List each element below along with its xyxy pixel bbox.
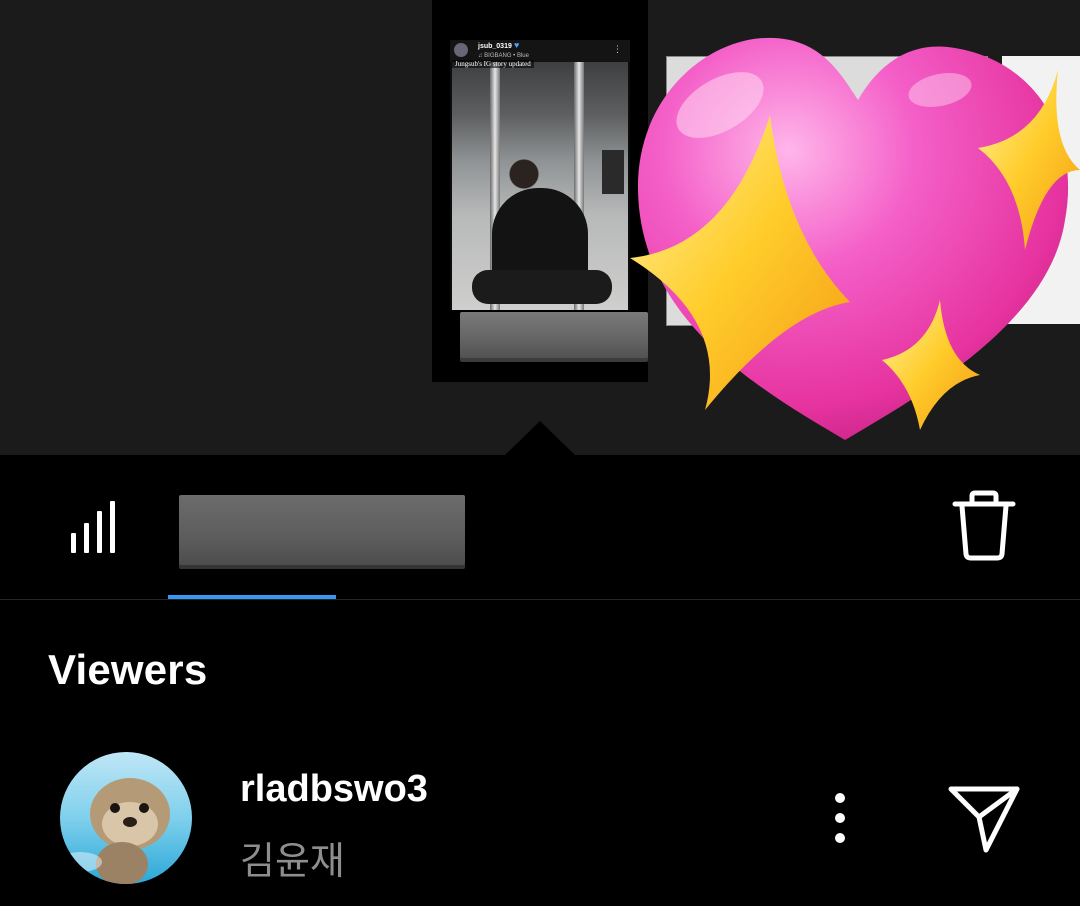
redaction-sticker bbox=[179, 495, 465, 569]
viewer-row[interactable]: rladbswo3 김윤재 bbox=[0, 740, 1080, 906]
blue-heart-icon: ♥ bbox=[514, 40, 520, 50]
viewer-username[interactable]: rladbswo3 bbox=[240, 768, 428, 811]
story-strip: jsub_0319 ♥ ♫ BIGBANG • Blue ⋮ Jungsub's… bbox=[0, 0, 1080, 455]
trash-icon[interactable] bbox=[952, 490, 1016, 562]
embed-post-header: jsub_0319 ♥ ♫ BIGBANG • Blue ⋮ bbox=[450, 40, 630, 62]
embed-music-label: ♫ BIGBANG • Blue bbox=[478, 53, 529, 59]
bar-chart-icon[interactable] bbox=[68, 499, 124, 555]
active-tab-indicator bbox=[168, 595, 336, 599]
story-photo bbox=[452, 60, 628, 310]
embed-avatar bbox=[454, 43, 468, 57]
gym-seat bbox=[472, 270, 612, 304]
story-embedded-post: jsub_0319 ♥ ♫ BIGBANG • Blue ⋮ Jungsub's… bbox=[450, 40, 630, 310]
story-insights-tabs bbox=[0, 455, 1080, 600]
viewers-heading: Viewers bbox=[48, 646, 208, 693]
viewer-full-name: 김윤재 bbox=[240, 841, 345, 883]
more-vertical-icon[interactable] bbox=[824, 792, 856, 844]
paper-plane-icon[interactable] bbox=[946, 784, 1022, 854]
sparkling-heart-icon bbox=[630, 37, 1080, 440]
avatar[interactable] bbox=[60, 752, 192, 884]
embed-username: jsub_0319 bbox=[478, 43, 512, 50]
otter-avatar-image bbox=[60, 752, 192, 884]
embed-caption: Jungsub's IG story updated bbox=[452, 60, 534, 68]
selected-story-pointer bbox=[504, 421, 576, 455]
